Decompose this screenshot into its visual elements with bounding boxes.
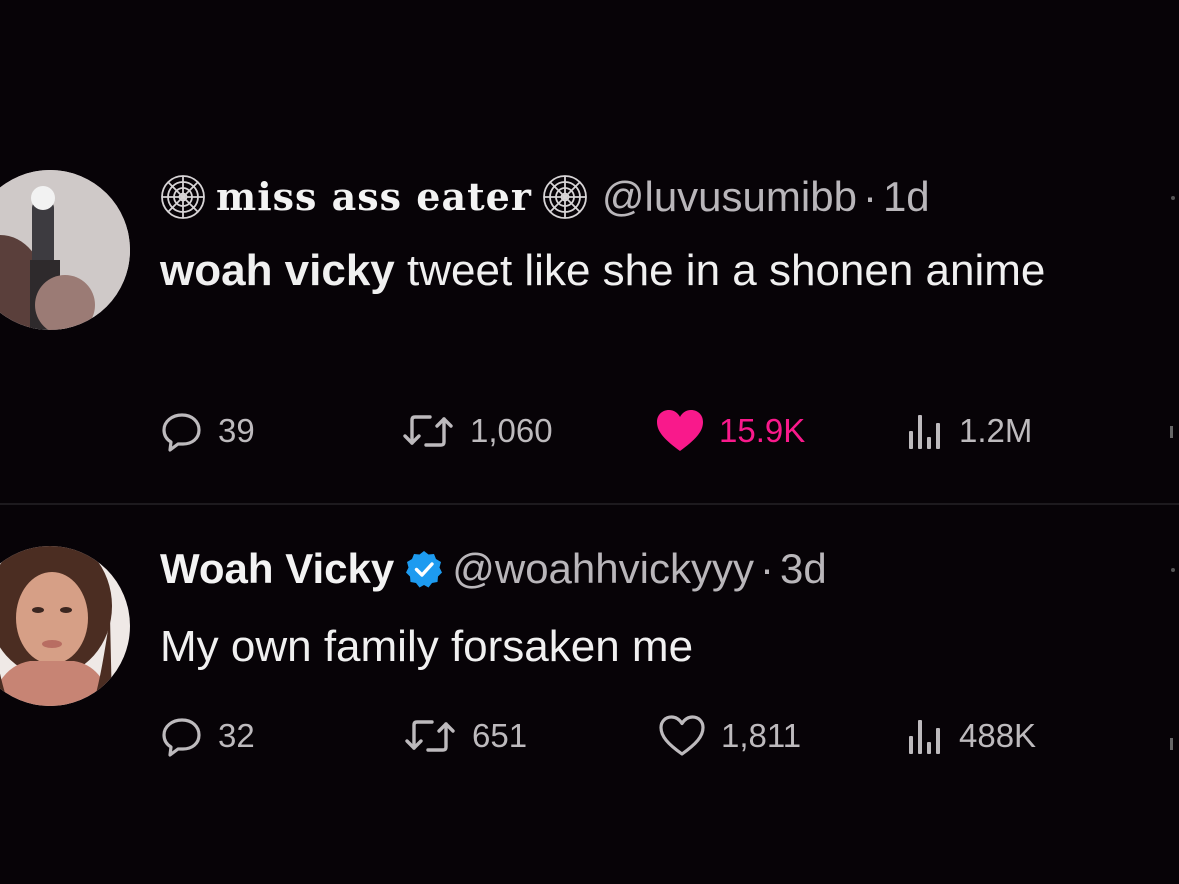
avatar[interactable] [0, 546, 130, 706]
like-button[interactable]: 1,811 [657, 711, 801, 761]
tweet-text: woah vicky tweet like she in a shonen an… [160, 236, 1120, 306]
spiderweb-icon [542, 174, 588, 220]
display-name[interactable]: miss ass eater [216, 172, 532, 222]
tweet[interactable]: Woah Vicky @woahhvickyyy · 3d My own fam… [0, 506, 1179, 884]
separator-dot: · [759, 545, 774, 592]
heart-filled-icon [657, 410, 703, 451]
retweet-button[interactable]: 651 [402, 711, 527, 761]
reply-count: 39 [218, 412, 255, 449]
reply-button[interactable]: 32 [160, 711, 255, 761]
more-options-icon[interactable] [1171, 196, 1175, 200]
tweet-header: miss ass eater @luvusumibb · 1d [160, 172, 930, 222]
views-count: 488K [959, 717, 1037, 754]
tweet-text-bold: woah vicky [160, 246, 395, 295]
verified-badge-icon [404, 549, 444, 589]
tweet-header: Woah Vicky @woahhvickyyy · 3d [160, 544, 827, 594]
views-chart-icon [909, 720, 940, 754]
avatar[interactable] [0, 170, 130, 330]
reply-icon [162, 413, 201, 452]
handle[interactable]: @luvusumibb [602, 172, 857, 222]
share-icon[interactable] [1170, 738, 1173, 750]
handle[interactable]: @woahhvickyyy [452, 544, 754, 594]
views-chart-icon [909, 415, 940, 449]
retweet-button[interactable]: 1,060 [400, 406, 553, 456]
reply-icon [162, 718, 201, 757]
divider [0, 503, 1179, 505]
retweet-icon [403, 415, 453, 447]
views-button[interactable]: 1.2M [905, 406, 1032, 456]
action-bar: 39 1,060 15.9K 1.2M [160, 406, 1120, 456]
retweet-icon [405, 720, 455, 752]
reply-button[interactable]: 39 [160, 406, 255, 456]
more-options-icon[interactable] [1171, 568, 1175, 572]
heart-icon [659, 715, 705, 756]
like-button[interactable]: 15.9K [655, 406, 805, 456]
like-count: 15.9K [719, 412, 806, 449]
share-icon[interactable] [1170, 426, 1173, 438]
retweet-count: 651 [472, 717, 528, 754]
retweet-count: 1,060 [470, 412, 553, 449]
spiderweb-icon [160, 174, 206, 220]
views-button[interactable]: 488K [905, 711, 1036, 761]
like-count: 1,811 [721, 717, 802, 754]
timestamp[interactable]: 1d [883, 172, 930, 222]
action-bar: 32 651 1,811 488K [160, 711, 1120, 761]
reply-count: 32 [218, 717, 255, 754]
views-count: 1.2M [959, 412, 1033, 449]
tweet[interactable]: miss ass eater @luvusumibb · 1d woah vic… [0, 0, 1179, 505]
tweet-text-rest: tweet like she in a shonen anime [394, 246, 1046, 295]
separator-dot: · [862, 173, 877, 220]
tweet-text: My own family forsaken me [160, 622, 694, 671]
display-name[interactable]: Woah Vicky [160, 544, 394, 594]
timestamp[interactable]: 3d [780, 544, 827, 594]
